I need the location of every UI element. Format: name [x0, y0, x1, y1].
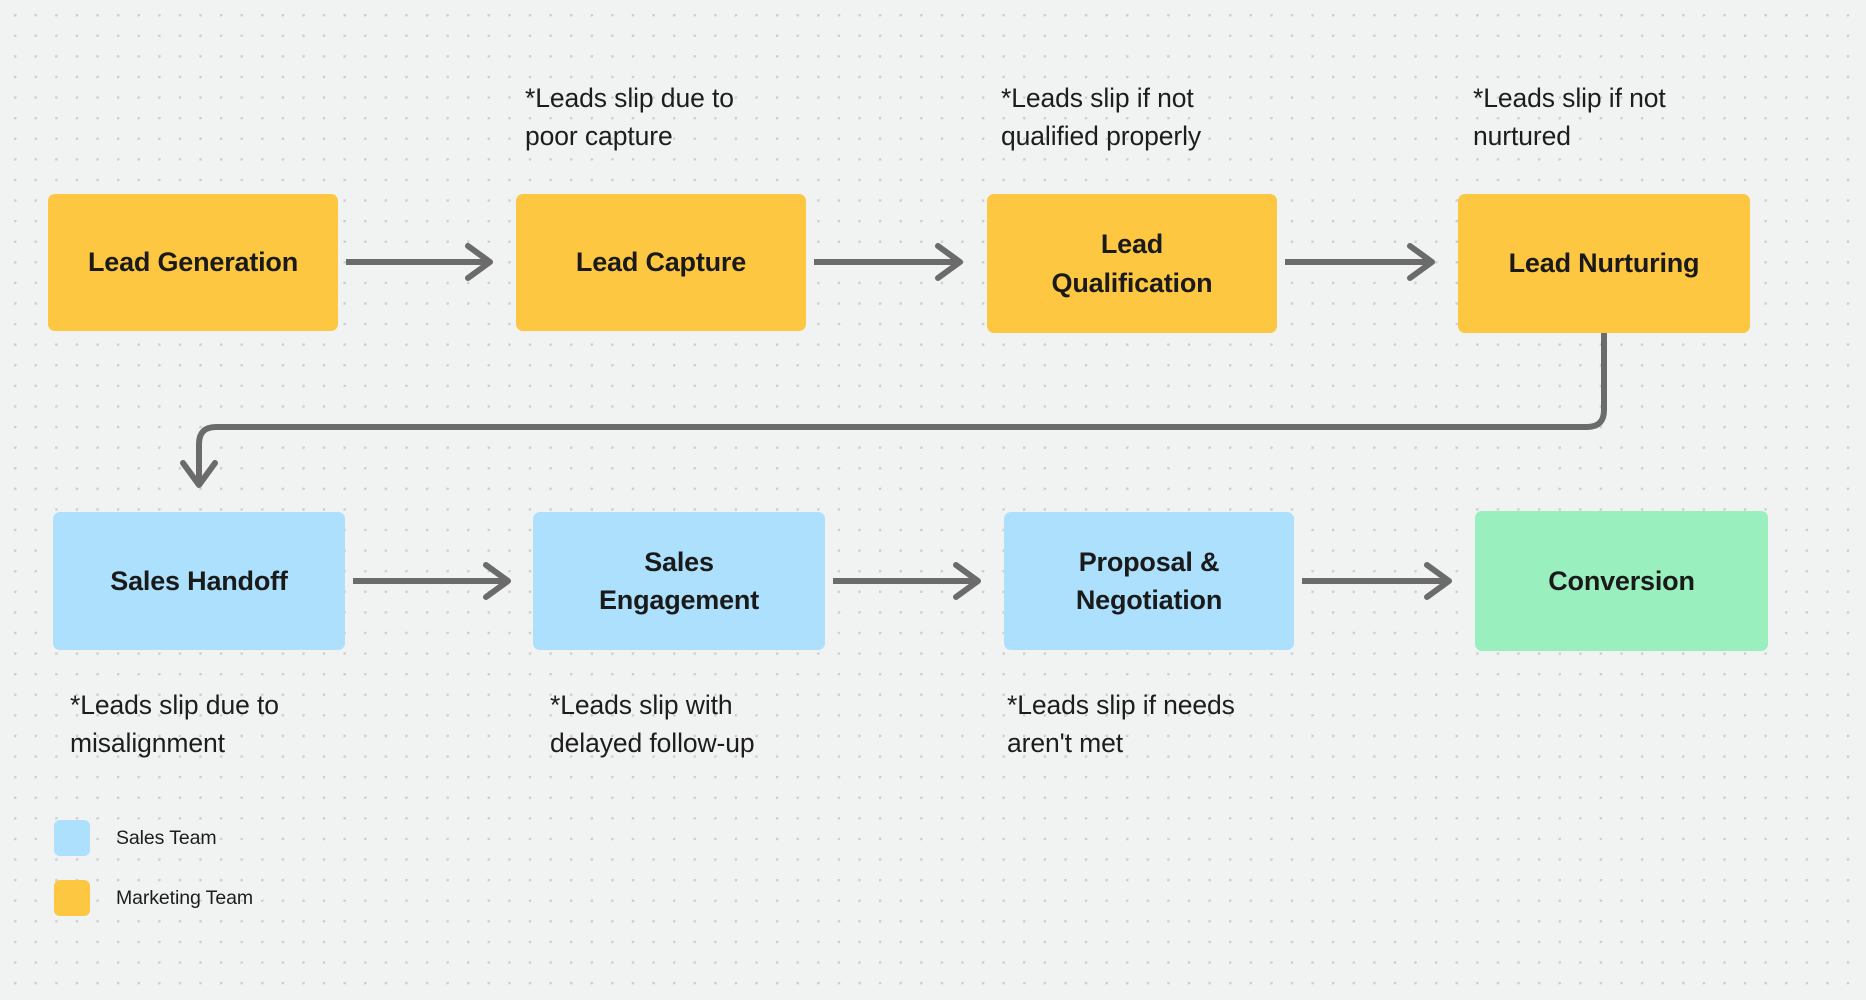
edge-nurturing-to-handoff — [196, 333, 1607, 485]
legend-swatch — [54, 820, 90, 856]
legend-marketing-team: Marketing Team — [54, 880, 253, 916]
legend-label: Marketing Team — [116, 886, 253, 909]
node-lead-qualification[interactable]: Lead Qualification — [987, 194, 1277, 333]
flowchart-canvas: Lead Generation Lead Capture Lead Qualific… — [0, 0, 1866, 1000]
node-label: Lead Nurturing — [1508, 248, 1700, 279]
note-lead-qualification: *Leads slip if not qualified properly — [1001, 83, 1202, 151]
node-label: Lead Generation — [87, 247, 299, 278]
edge-qualification-to-nurturing-arrowhead — [1407, 243, 1435, 281]
node-label: Proposal & Negotiation — [1075, 546, 1223, 615]
node-lead-nurturing[interactable]: Lead Nurturing — [1458, 194, 1750, 333]
node-sales-engagement[interactable]: Sales Engagement — [533, 512, 825, 650]
legend-sales-team: Sales Team — [54, 820, 217, 856]
note-proposal-negotiation: *Leads slip if needs aren't met — [1007, 690, 1235, 758]
node-label: Sales Handoff — [110, 565, 288, 596]
node-conversion[interactable]: Conversion — [1475, 511, 1768, 651]
note-lead-capture: *Leads slip due to poor capture — [525, 83, 734, 151]
edge-proposal-to-conversion-arrowhead — [1424, 562, 1452, 600]
legend-swatch — [54, 880, 90, 916]
edge-nurturing-to-handoff-arrowhead — [180, 460, 218, 488]
node-label: Sales Engagement — [598, 546, 760, 615]
note-sales-handoff: *Leads slip due to misalignment — [70, 690, 279, 758]
node-label: Lead Qualification — [1051, 229, 1213, 298]
node-lead-capture[interactable]: Lead Capture — [516, 194, 806, 331]
node-label: Conversion — [1548, 565, 1695, 596]
legend-label: Sales Team — [116, 826, 217, 849]
edge-generation-to-capture-arrowhead — [465, 243, 493, 281]
node-sales-handoff[interactable]: Sales Handoff — [53, 512, 345, 650]
node-lead-generation[interactable]: Lead Generation — [48, 194, 338, 331]
edge-capture-to-qualification-arrowhead — [935, 243, 963, 281]
node-proposal-negotiation[interactable]: Proposal & Negotiation — [1004, 512, 1294, 650]
node-label: Lead Capture — [575, 247, 747, 278]
edge-engagement-to-proposal-arrowhead — [953, 562, 981, 600]
edge-handoff-to-engagement-arrowhead — [483, 562, 511, 600]
note-lead-nurturing: *Leads slip if not nurtured — [1473, 83, 1666, 151]
note-sales-engagement: *Leads slip with delayed follow-up — [550, 690, 755, 758]
